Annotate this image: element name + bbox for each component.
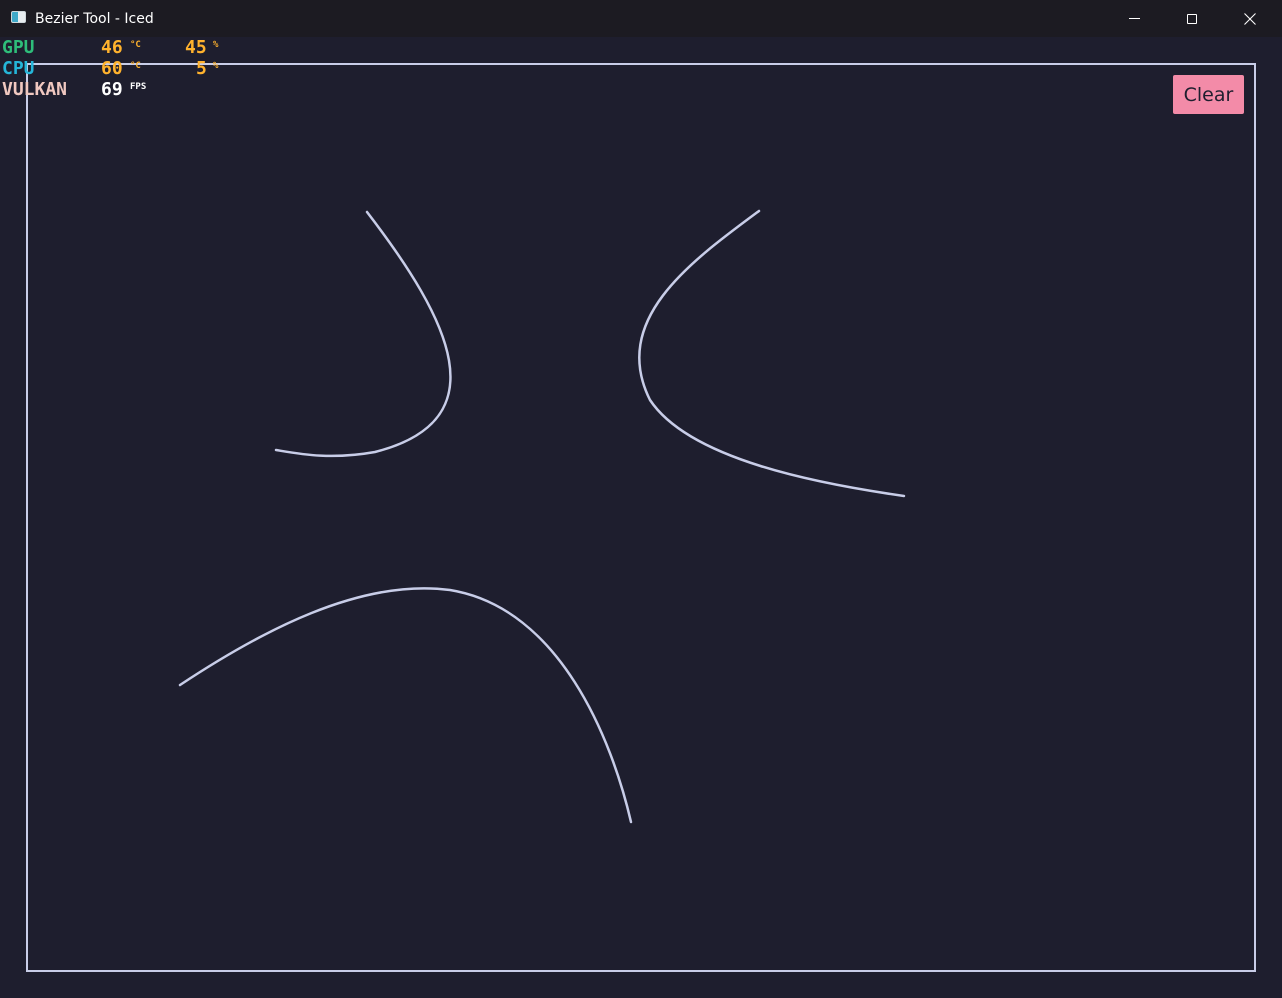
fps-value: 69 [101, 79, 123, 100]
bezier-curve [638, 209, 906, 498]
clear-button[interactable]: Clear [1173, 75, 1244, 114]
cpu-load: 5 [196, 58, 207, 79]
fps-unit: FPS [130, 82, 147, 92]
cpu-temp: 60 [101, 58, 123, 79]
vulkan-label: VULKAN [2, 79, 68, 100]
bezier-curve [178, 587, 633, 824]
cpu-label: CPU [2, 58, 35, 79]
cpu-load-unit: % [213, 61, 219, 71]
gpu-temp: 46 [101, 37, 123, 58]
curves-layer [178, 209, 906, 824]
gpu-label: GPU [2, 37, 35, 58]
app-window: Bezier Tool - Iced Clear GPU 46 °C 45 % … [0, 0, 1282, 998]
gpu-load: 45 [185, 37, 207, 58]
gpu-load-unit: % [213, 40, 219, 50]
bezier-curve [274, 210, 452, 458]
cpu-temp-unit: °C [130, 61, 141, 71]
gpu-temp-unit: °C [130, 40, 141, 50]
